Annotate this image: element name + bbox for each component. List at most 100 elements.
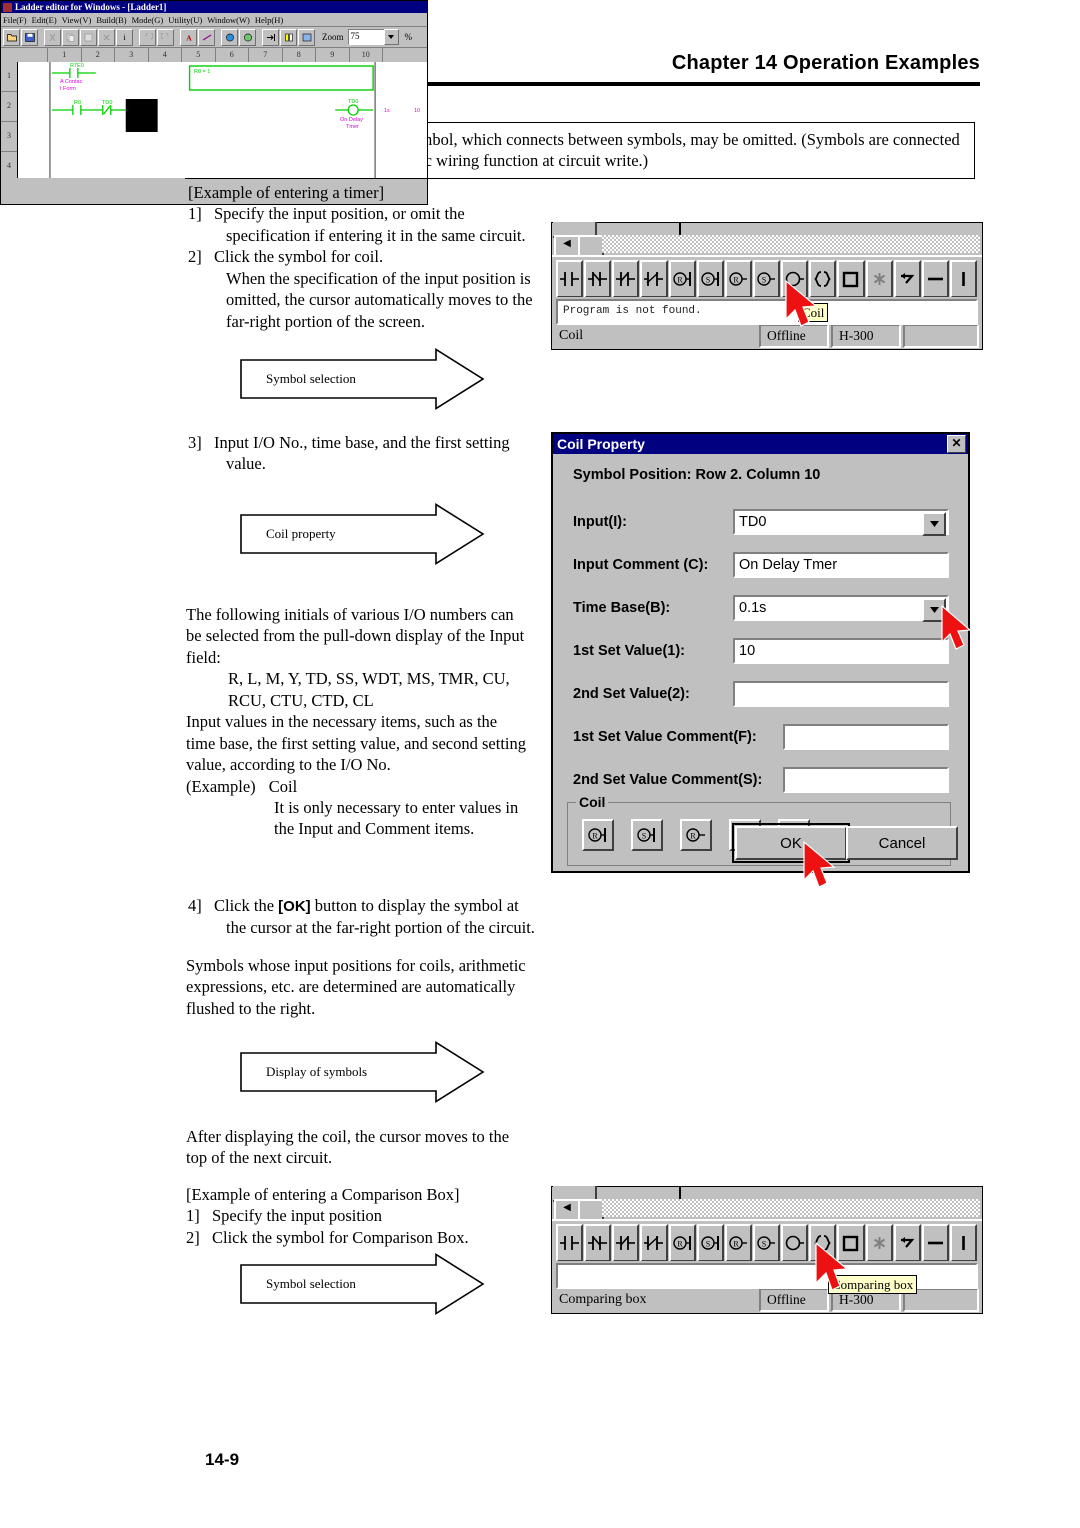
upload-icon[interactable] (239, 28, 256, 46)
save-icon[interactable] (21, 28, 38, 46)
comparing-box-icon[interactable] (809, 260, 837, 298)
svg-text:R: R (677, 1240, 683, 1249)
info-icon[interactable]: i (116, 28, 133, 46)
box-icon[interactable] (837, 1224, 865, 1262)
undo-icon[interactable] (139, 28, 156, 46)
contact-not-icon[interactable] (640, 1224, 668, 1262)
ladder-coil-comment-line1: On Delay (340, 117, 363, 123)
example-label: (Example) (186, 776, 256, 796)
redo-icon[interactable] (157, 28, 174, 46)
ladder-coil-comment-line2: Tmer (346, 124, 359, 130)
coil-reset-latch-icon[interactable]: R (582, 819, 614, 851)
coil-reset-latch-icon[interactable]: R (668, 1224, 696, 1262)
jump-icon[interactable] (893, 1224, 921, 1262)
scroll-thumb[interactable] (578, 235, 604, 257)
menu-item-file[interactable]: File(F) (3, 15, 27, 25)
flush-line-1: Symbols whose input positions for coils,… (186, 956, 526, 975)
ok-button[interactable]: OK (732, 823, 850, 863)
jump-icon[interactable] (893, 260, 921, 298)
symbol-toolbar[interactable]: R S R S (552, 1219, 982, 1262)
editor-toolbar[interactable]: i A Zoom 75 % (1, 27, 427, 47)
menu-item-window[interactable]: Window(W) (207, 15, 250, 25)
download-icon[interactable] (221, 28, 238, 46)
asterisk-icon[interactable] (865, 1224, 893, 1262)
menu-item-view[interactable]: View(V) (62, 15, 92, 25)
ladder-grid[interactable]: 1 2 3 4 R7E0 A Contac t Form R0 = 1 R0 T… (1, 62, 427, 178)
coil-set-icon[interactable]: S (752, 260, 781, 298)
paste-icon[interactable] (80, 28, 97, 46)
second-set-value-field[interactable] (733, 681, 949, 707)
time-base-field[interactable]: 0.1s (733, 595, 949, 622)
scroll-track[interactable] (602, 235, 980, 253)
properties-icon[interactable] (298, 28, 315, 46)
input-field[interactable]: TD0 (733, 509, 949, 536)
input-comment-value: On Delay Tmer (739, 557, 838, 573)
coil-icon[interactable] (781, 260, 809, 298)
coil-reset-latch-icon[interactable]: R (668, 260, 696, 298)
scroll-thumb[interactable] (578, 1199, 604, 1221)
second-set-comment-field[interactable] (783, 767, 949, 793)
menu-bar[interactable]: File(F) Edit(E) View(V) Build(B) Mode(G)… (1, 13, 427, 27)
input-comment-field[interactable]: On Delay Tmer (733, 552, 949, 578)
menu-item-utility[interactable]: Utility(U) (168, 15, 202, 25)
initials-paragraph: The following initials of various I/O nu… (186, 604, 536, 840)
contact-a-icon[interactable] (556, 260, 584, 298)
insert-row-icon[interactable] (262, 28, 279, 46)
step-1-line-1: Specify the input position, or omit the (214, 204, 465, 224)
chevron-down-icon[interactable] (922, 598, 946, 622)
menu-item-help[interactable]: Help(H) (255, 15, 283, 25)
open-icon[interactable] (3, 28, 20, 46)
vertical-line-icon[interactable] (949, 260, 978, 298)
symbol-toolbar[interactable]: R S R S (552, 255, 982, 298)
horizontal-line-icon[interactable] (921, 1224, 949, 1262)
asterisk-icon[interactable] (865, 260, 893, 298)
coil-reset-icon[interactable]: R (724, 260, 752, 298)
coil-set-latch-icon[interactable]: S (696, 1224, 724, 1262)
coil-reset-icon[interactable]: R (680, 819, 712, 851)
flush-line-3: flushed to the right. (186, 998, 316, 1018)
ladder-canvas[interactable]: R7E0 A Contac t Form R0 = 1 R0 TD0 TD0 O… (18, 62, 427, 178)
scroll-left-button[interactable]: ◀ (554, 1199, 580, 1221)
coil-set-icon[interactable]: S (752, 1224, 781, 1262)
contact-a-icon[interactable] (556, 1224, 584, 1262)
scroll-track[interactable] (602, 1199, 980, 1217)
status-mode: Offline (759, 1288, 829, 1312)
box-icon[interactable] (837, 260, 865, 298)
coil-set-latch-icon[interactable]: S (631, 819, 663, 851)
chevron-down-icon[interactable] (922, 512, 946, 536)
second-set-comment-label: 2nd Set Value Comment(S): (573, 772, 763, 788)
copy-icon[interactable] (62, 28, 79, 46)
menu-item-edit[interactable]: Edit(E) (32, 15, 57, 25)
vertical-line-icon[interactable] (949, 1224, 978, 1262)
column-icon[interactable] (280, 28, 297, 46)
coil-icon[interactable] (781, 1224, 809, 1262)
contact-transition-icon[interactable] (612, 1224, 640, 1262)
comparing-box-icon[interactable] (809, 1224, 837, 1262)
contact-transition-icon[interactable] (612, 260, 640, 298)
first-set-comment-field[interactable] (783, 724, 949, 750)
zoom-input[interactable]: 75 (347, 29, 399, 45)
contact-b-icon[interactable] (584, 1224, 612, 1262)
svg-text:i: i (123, 33, 126, 42)
ladder-comment-row1-line1: A Contac (60, 79, 83, 85)
coil-set-latch-icon[interactable]: S (696, 260, 724, 298)
find-icon[interactable]: A (180, 28, 197, 46)
delete-icon[interactable] (98, 28, 115, 46)
chevron-down-icon[interactable] (383, 29, 399, 45)
initials-line-2: be selected from the pull-down display o… (186, 626, 525, 646)
menu-item-build[interactable]: Build(B) (96, 15, 126, 25)
example-row: (Example) Coil (186, 776, 536, 797)
step-3-number: 3] (188, 433, 202, 452)
first-set-value-field[interactable]: 10 (733, 638, 949, 664)
close-icon[interactable]: ✕ (947, 435, 966, 453)
input-values-line-1: Input values in the necessary items, suc… (186, 712, 498, 732)
scroll-left-button[interactable]: ◀ (554, 235, 580, 257)
replace-icon[interactable] (198, 28, 215, 46)
cut-icon[interactable] (44, 28, 61, 46)
menu-item-mode[interactable]: Mode(G) (132, 15, 164, 25)
coil-reset-icon[interactable]: R (724, 1224, 752, 1262)
contact-b-icon[interactable] (584, 260, 612, 298)
contact-not-icon[interactable] (640, 260, 668, 298)
horizontal-line-icon[interactable] (921, 260, 949, 298)
cancel-button[interactable]: Cancel (846, 826, 958, 860)
